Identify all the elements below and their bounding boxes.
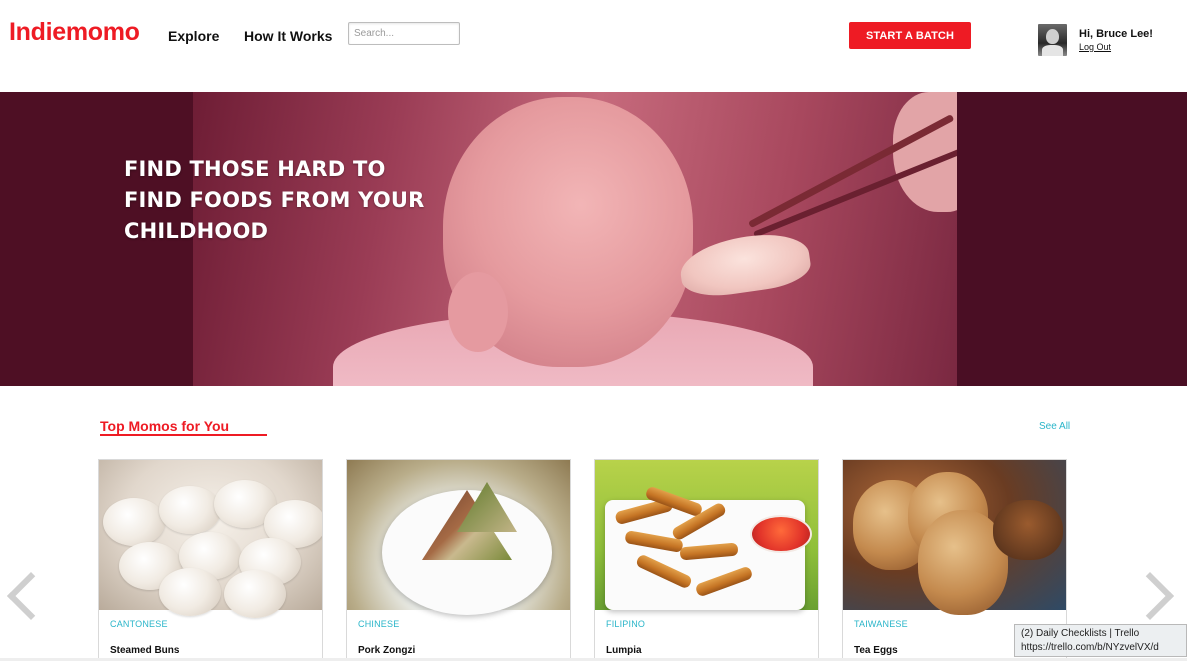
- hero-image-baby-ear: [448, 272, 508, 352]
- card-image-pork-zongzi: [347, 460, 570, 615]
- card-name[interactable]: Tea Eggs: [854, 645, 898, 656]
- bun-shape: [103, 498, 165, 546]
- card-image-lumpia: [595, 460, 818, 610]
- card-name[interactable]: Steamed Buns: [110, 645, 179, 656]
- bun-shape: [159, 486, 221, 534]
- logout-link[interactable]: Log Out: [1079, 42, 1111, 52]
- hero-title: Find those hard to find foods from your …: [124, 157, 425, 243]
- tooltip-title: (2) Daily Checklists | Trello: [1021, 628, 1140, 639]
- momo-card-lumpia[interactable]: FILIPINO Lumpia: [594, 459, 819, 661]
- bun-shape: [224, 570, 286, 618]
- nav-explore-link[interactable]: Explore: [168, 28, 219, 44]
- section-title-underline: [100, 434, 267, 436]
- user-avatar[interactable]: [1038, 24, 1067, 56]
- tooltip-url: https://trello.com/b/NYzvelVX/d: [1021, 642, 1159, 653]
- sauce-bowl-shape: [750, 515, 812, 553]
- site-header: Indiemomo Explore How It Works START A B…: [0, 0, 1187, 92]
- card-image-tea-eggs: [843, 460, 1066, 615]
- start-batch-button[interactable]: START A BATCH: [849, 22, 971, 49]
- search-input[interactable]: [348, 22, 460, 45]
- card-category: CHINESE: [358, 619, 400, 629]
- hero-banner: Find those hard to find foods from your …: [0, 92, 1187, 386]
- see-all-link[interactable]: See All: [1039, 421, 1070, 432]
- card-category: CANTONESE: [110, 619, 168, 629]
- card-name[interactable]: Lumpia: [606, 645, 642, 656]
- chevron-right-icon[interactable]: [1125, 571, 1175, 621]
- hero-image-hand: [893, 92, 957, 212]
- card-category: TAIWANESE: [854, 619, 908, 629]
- user-greeting: Hi, Bruce Lee!: [1079, 28, 1153, 40]
- egg-shell-shape: [993, 500, 1063, 560]
- card-category: FILIPINO: [606, 619, 646, 629]
- chevron-left-icon[interactable]: [6, 571, 56, 621]
- momo-card-steamed-buns[interactable]: CANTONESE Steamed Buns: [98, 459, 323, 661]
- section-title: Top Momos for You: [100, 418, 230, 434]
- hero-image-dumpling: [676, 228, 814, 301]
- card-name[interactable]: Pork Zongzi: [358, 645, 415, 656]
- nav-how-it-works-link[interactable]: How It Works: [244, 28, 332, 44]
- link-hover-tooltip: (2) Daily Checklists | Trello https://tr…: [1014, 624, 1187, 657]
- card-image-steamed-buns: [99, 460, 322, 618]
- hero-right-panel: [957, 92, 1187, 386]
- site-logo[interactable]: Indiemomo: [9, 18, 140, 47]
- momo-card-pork-zongzi[interactable]: CHINESE Pork Zongzi: [346, 459, 571, 661]
- bun-shape: [159, 568, 221, 616]
